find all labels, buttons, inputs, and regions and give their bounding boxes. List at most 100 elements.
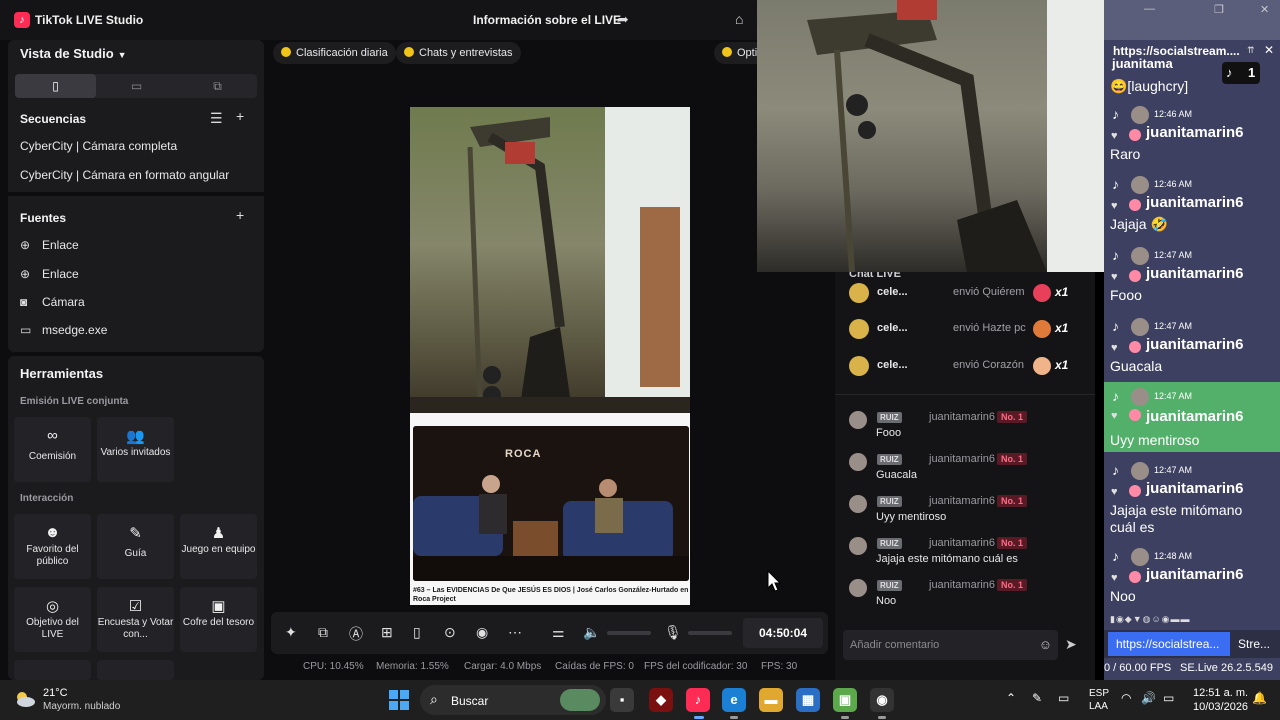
volume-icon[interactable]: 🔊 [1141,691,1156,705]
portrait-option[interactable]: ▯ [15,74,96,98]
add-media-icon[interactable]: ⊞ [381,624,393,641]
ai-icon[interactable]: Ⓐ [349,624,363,644]
microphone-icon[interactable]: 🎙 [664,624,682,641]
tab-stream[interactable]: Stre... [1238,632,1270,656]
brave-icon[interactable]: ◆ [649,688,673,712]
more-icon[interactable]: ⋯ [508,624,522,641]
avatar[interactable] [849,579,867,597]
guide-tool[interactable]: ✎ Guía [97,514,174,579]
treasure-chest-tool[interactable]: ▣ Cofre del tesoro [180,587,257,652]
camera-popout-image [807,0,1104,272]
windows-start-icon[interactable] [389,690,409,710]
emoji-bar[interactable]: ▮◉◆▼◍☺◉▬▬ [1110,614,1191,625]
tiktok-studio-taskbar-icon[interactable]: ♪ [686,688,710,712]
gift-user[interactable]: cele... [877,359,908,371]
team-game-tool[interactable]: ♟ Juego en equipo [180,514,257,579]
send-icon[interactable]: ➤ [1065,636,1077,653]
source-item[interactable]: ◙ Cámara [20,295,85,309]
poll-tool[interactable]: ☑ Encuesta y Votar con... [97,587,174,652]
daily-ranking-chip[interactable]: Clasificación diaria [273,42,396,64]
gift-user[interactable]: cele... [877,286,908,298]
tool-label: Varios invitados [100,447,171,458]
chat-username[interactable]: juanitamarin6 [929,579,995,591]
close-icon[interactable]: ✕ [1264,43,1274,57]
add-source-icon[interactable]: + [236,207,244,223]
source-item[interactable]: ⊕ Enlace [20,238,79,252]
avatar[interactable] [849,411,867,429]
keyboard-layout[interactable]: LAA [1089,701,1108,712]
display-icon[interactable]: ▭ [1058,691,1069,705]
scene-item[interactable]: CyberCity | Cámara en formato angular [20,168,229,182]
landscape-option[interactable]: ▭ [96,74,177,98]
effects-icon[interactable]: ◉ [476,624,488,641]
app-icon[interactable]: ▣ [833,688,857,712]
language-indicator[interactable]: ESP [1089,688,1109,699]
list-icon[interactable]: ☰ [210,110,223,127]
studio-view-dropdown[interactable]: Vista de Studio ▼ [20,46,127,61]
settings-sliders-icon[interactable]: ⚌ [552,624,565,641]
close-window-icon[interactable]: ✕ [1260,3,1269,16]
minimize-icon[interactable]: — [1144,3,1155,15]
source-item[interactable]: ⊕ Enlace [20,267,79,281]
pen-icon[interactable]: ✎ [1032,691,1042,705]
magic-wand-icon[interactable]: ✦ [285,624,297,641]
stream-message: ♪ 12:46 AM ♥ juanitamarin6 Jajaja 🤣 [1104,176,1280,242]
volume-slider[interactable] [607,631,651,635]
viewer-counter: ♪ 1 [1222,62,1260,84]
avatar[interactable] [849,495,867,513]
tool-partial[interactable] [14,660,91,680]
tool-partial[interactable] [97,660,174,680]
gift-icon [1033,357,1051,375]
home-icon[interactable]: ⌂ [735,11,743,27]
chat-username[interactable]: juanitamarin6 [929,453,995,465]
audience-favorite-tool[interactable]: ☻ Favorito del público [14,514,91,579]
edge-icon[interactable]: e [722,688,746,712]
comment-input[interactable]: Añadir comentario ☺ [843,630,1058,660]
tab-socialstream[interactable]: https://socialstrea... [1108,632,1230,656]
phone-icon[interactable]: ▯ [413,624,421,641]
live-info-title[interactable]: Información sobre el LIVE [473,13,621,27]
add-scene-icon[interactable]: + [236,108,244,124]
clock-date[interactable]: 10/03/2026 [1193,701,1248,713]
wifi-icon[interactable]: ◠ [1121,691,1131,705]
chat-username[interactable]: juanitamarin6 [929,537,995,549]
stream-message-highlighted[interactable]: ♪ 12:47 AM ♥ juanitamarin6 Uyy mentiroso [1104,382,1280,452]
pin-icon[interactable]: ⇈ [1247,45,1255,56]
taskbar-search[interactable]: ⌕ Buscar [420,685,606,715]
gift-user[interactable]: cele... [877,322,908,334]
chevron-up-icon[interactable]: ⌃ [1006,691,1016,705]
chat-username[interactable]: juanitamarin6 [929,411,995,423]
chats-interviews-chip[interactable]: Chats y entrevistas [396,42,521,64]
multi-guest-tool[interactable]: 👥 Varios invitados [97,417,174,482]
running-indicator [730,716,738,719]
share-icon[interactable]: ➦ [617,11,629,28]
emoji-icon[interactable]: ☺ [1039,637,1052,652]
avatar[interactable] [849,537,867,555]
store-icon[interactable]: ▦ [796,688,820,712]
speaker-icon[interactable]: 🔈 [583,624,600,641]
file-explorer-icon[interactable]: ▬ [759,688,783,712]
obs-icon[interactable]: ◉ [870,688,894,712]
maximize-icon[interactable]: ❐ [1214,3,1224,16]
live-goal-tool[interactable]: ◎ Objetivo del LIVE [14,587,91,652]
source-item[interactable]: ▭ msedge.exe [20,323,107,337]
battery-icon[interactable]: ▭ [1163,691,1174,705]
sources-header: Fuentes [20,211,67,225]
screen-edit-icon[interactable]: ⧉ [318,624,328,641]
cloud-icon[interactable] [14,688,36,710]
temperature[interactable]: 21°C [43,687,68,699]
tool-label: Cofre del tesoro [182,617,255,628]
scene-item[interactable]: CyberCity | Cámara completa [20,139,177,153]
camera-popout-window[interactable] [757,0,1104,272]
avatar[interactable] [849,453,867,471]
clock-time[interactable]: 12:51 a. m. [1193,687,1248,699]
orientation-selector: ▯ ▭ ⧉ [15,74,257,98]
record-icon[interactable]: ⊙ [444,624,456,641]
weather-description[interactable]: Mayorm. nublado [43,701,120,712]
multi-layout-option[interactable]: ⧉ [177,74,258,98]
mic-slider[interactable] [688,631,732,635]
cohost-tool[interactable]: ∞ Coemisión [14,417,91,482]
notifications-icon[interactable]: 🔔 [1252,691,1267,705]
task-view-icon[interactable]: ▪ [610,688,634,712]
chat-username[interactable]: juanitamarin6 [929,495,995,507]
